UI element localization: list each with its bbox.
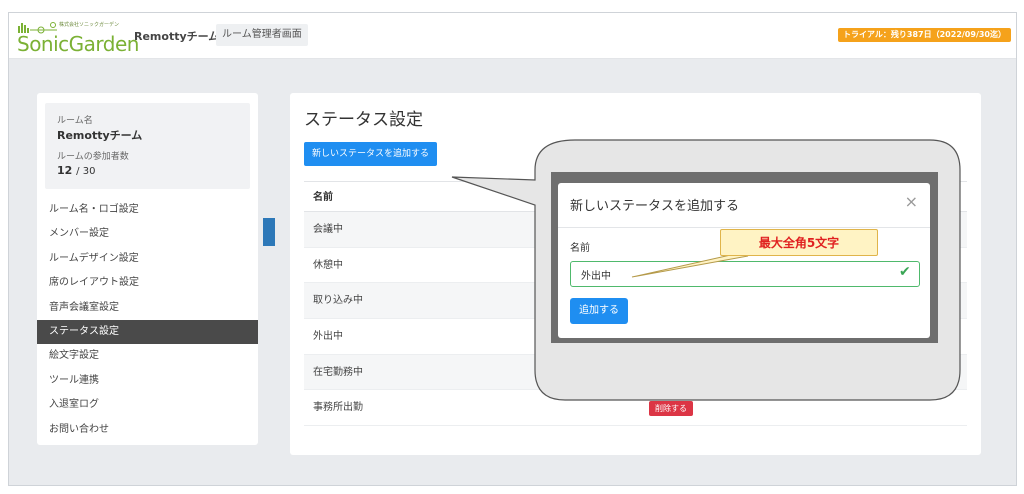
admin-screen-chip[interactable]: ルーム管理者画面 [216, 24, 308, 46]
max-length-note: 最大全角5文字 [720, 229, 878, 256]
sidebar: ルーム名 Remottyチーム ルームの参加者数 12 / 30 ルーム名・ロゴ… [37, 93, 258, 445]
menu-item-contact[interactable]: お問い合わせ [37, 418, 258, 442]
room-info-card: ルーム名 Remottyチーム ルームの参加者数 12 / 30 [45, 103, 250, 189]
trial-badge: トライアル：残り387日（2022/09/30迄） [838, 28, 1011, 42]
members-current: 12 [57, 164, 73, 177]
checkmark-icon: ✔ [899, 264, 911, 280]
menu-item-seat-layout[interactable]: 席のレイアウト設定 [37, 271, 258, 295]
background-button-fragment [263, 218, 275, 246]
menu-item-voice-room[interactable]: 音声会議室設定 [37, 296, 258, 320]
top-bar: 株式会社ソニックガーデン SonicGarden Remottyチーム ルーム管… [9, 13, 1016, 59]
status-name: 休憩中 [313, 259, 343, 271]
add-status-button[interactable]: 新しいステータスを追加する [304, 142, 438, 166]
menu-item-status[interactable]: ステータス設定 [37, 319, 258, 345]
add-status-modal: 新しいステータスを追加する × 名前 ✔ 追加する [558, 183, 930, 338]
sonicgarden-logo[interactable]: 株式会社ソニックガーデン SonicGarden [15, 20, 139, 56]
page-title: ステータス設定 [304, 110, 423, 130]
members-label: ルームの参加者数 [57, 152, 129, 162]
menu-item-tool-integration[interactable]: ツール連携 [37, 369, 258, 393]
table-row: 在宅勤務中 [304, 354, 967, 391]
menu-item-entry-log[interactable]: 入退室ログ [37, 393, 258, 417]
status-name: 会議中 [313, 224, 343, 235]
team-name: Remottyチーム [134, 30, 220, 43]
table-row: 事務所出勤 削除する [304, 390, 967, 427]
room-name: Remottyチーム [57, 129, 143, 142]
members-count: 12 / 30 [57, 164, 95, 177]
menu-item-room-design[interactable]: ルームデザイン設定 [37, 247, 258, 271]
name-field-label: 名前 [570, 243, 590, 254]
delete-button[interactable]: 削除する [649, 401, 693, 417]
add-button[interactable]: 追加する [570, 298, 628, 324]
menu-item-members[interactable]: メンバー設定 [37, 222, 258, 246]
settings-menu: ルーム名・ロゴ設定 メンバー設定 ルームデザイン設定 席のレイアウト設定 音声会… [37, 198, 258, 442]
status-name: 取り込み中 [313, 295, 363, 307]
logo-text: SonicGarden [17, 32, 139, 56]
modal-title: 新しいステータスを追加する [570, 199, 740, 214]
menu-item-emoji[interactable]: 絵文字設定 [37, 344, 258, 368]
status-name: 事務所出勤 [313, 402, 363, 414]
status-name: 在宅勤務中 [313, 366, 363, 378]
close-icon[interactable]: × [905, 192, 918, 211]
members-total: / 30 [76, 166, 96, 177]
logo-subtext: 株式会社ソニックガーデン [59, 22, 120, 28]
status-name-input[interactable] [570, 261, 920, 287]
status-name: 外出中 [313, 331, 343, 343]
menu-item-room-name-logo[interactable]: ルーム名・ロゴ設定 [37, 198, 258, 222]
modal-divider [558, 227, 930, 228]
room-name-label: ルーム名 [57, 116, 93, 126]
